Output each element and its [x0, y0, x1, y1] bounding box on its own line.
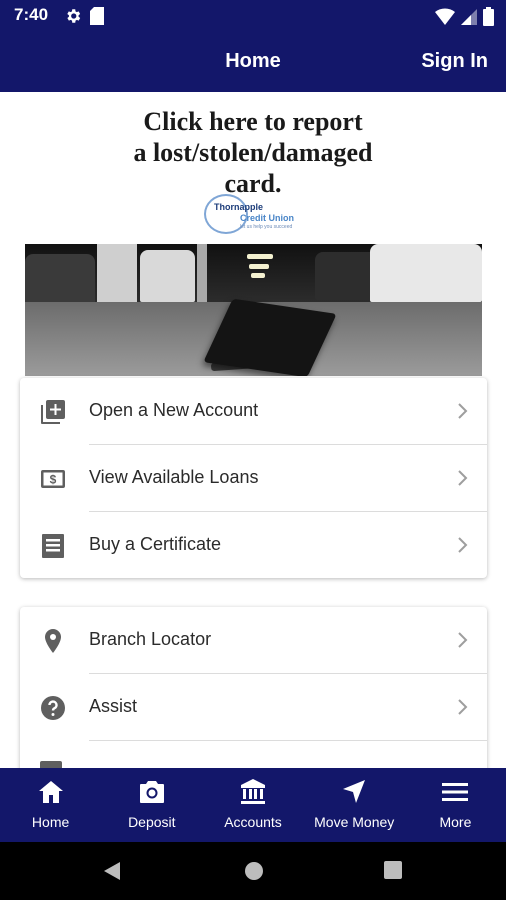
app-bar: Home Sign In [0, 32, 506, 92]
status-bar: 7:40 [0, 0, 506, 32]
nav-label: Deposit [128, 814, 176, 830]
chevron-right-icon [458, 537, 468, 553]
chevron-right-icon [458, 632, 468, 648]
row-label: Buy a Certificate [89, 534, 222, 554]
location-pin-icon [45, 629, 61, 653]
dollar-bill-icon: $ [41, 470, 65, 488]
view-available-loans-item[interactable]: $ View Available Loans [20, 445, 487, 512]
chevron-right-icon [458, 470, 468, 486]
assist-item[interactable]: Assist [20, 674, 487, 741]
sd-card-icon [90, 7, 104, 25]
nav-accounts[interactable]: Accounts [202, 768, 303, 842]
banner-text: Click here to report a lost/stolen/damag… [0, 106, 506, 199]
status-time: 7:40 [14, 5, 49, 24]
row-label: View Available Loans [89, 467, 259, 487]
logo-line2: Credit Union [240, 213, 294, 223]
signal-icon [461, 8, 477, 25]
sign-in-button[interactable]: Sign In [421, 50, 488, 73]
report-lost-card-banner[interactable]: Click here to report a lost/stolen/damag… [0, 92, 506, 384]
credit-union-logo: Thornapple Credit Union let us help you … [202, 192, 312, 238]
logo-line1: Thornapple [214, 202, 263, 212]
home-icon [38, 781, 63, 803]
lost-wallet-photo [25, 244, 482, 376]
add-box-icon [41, 400, 65, 424]
open-new-account-item[interactable]: Open a New Account [20, 378, 487, 445]
recents-icon[interactable] [384, 861, 402, 879]
bottom-navigation: Home Deposit Accounts Move Money More [0, 768, 506, 842]
chevron-right-icon [458, 699, 468, 715]
menu-icon [442, 783, 469, 801]
svg-text:$: $ [50, 473, 57, 487]
banner-line: Click here to report [143, 107, 363, 136]
nav-home[interactable]: Home [0, 768, 101, 842]
wifi-icon [435, 7, 455, 25]
nav-move-money[interactable]: Move Money [304, 768, 405, 842]
nav-label: Move Money [314, 814, 395, 830]
nav-more[interactable]: More [405, 768, 506, 842]
support-card: Branch Locator Assist [20, 607, 487, 782]
buy-certificate-item[interactable]: Buy a Certificate [20, 512, 487, 578]
nav-deposit[interactable]: Deposit [101, 768, 202, 842]
row-label: Branch Locator [89, 629, 212, 649]
row-label: Open a New Account [89, 400, 259, 420]
banner-line: a lost/stolen/damaged [133, 138, 373, 167]
back-icon[interactable] [102, 861, 122, 881]
nav-label: More [439, 814, 472, 830]
help-circle-icon [41, 696, 65, 720]
navigation-arrow-icon [343, 780, 366, 803]
logo-tagline: let us help you succeed [240, 224, 293, 230]
gear-icon [67, 9, 81, 23]
status-right-icons [435, 7, 494, 26]
services-card: Open a New Account $ View Available Loan… [20, 378, 487, 578]
chevron-right-icon [458, 403, 468, 419]
certificate-icon [42, 534, 64, 558]
home-circle-icon[interactable] [244, 861, 264, 881]
branch-locator-item[interactable]: Branch Locator [20, 607, 487, 674]
system-navigation-bar [0, 842, 506, 900]
row-label: Assist [89, 696, 138, 716]
camera-icon [139, 781, 164, 803]
bank-icon [241, 779, 265, 804]
battery-icon [483, 7, 494, 26]
nav-label: Home [31, 814, 70, 830]
status-left-icons [64, 7, 104, 25]
nav-label: Accounts [224, 814, 282, 830]
